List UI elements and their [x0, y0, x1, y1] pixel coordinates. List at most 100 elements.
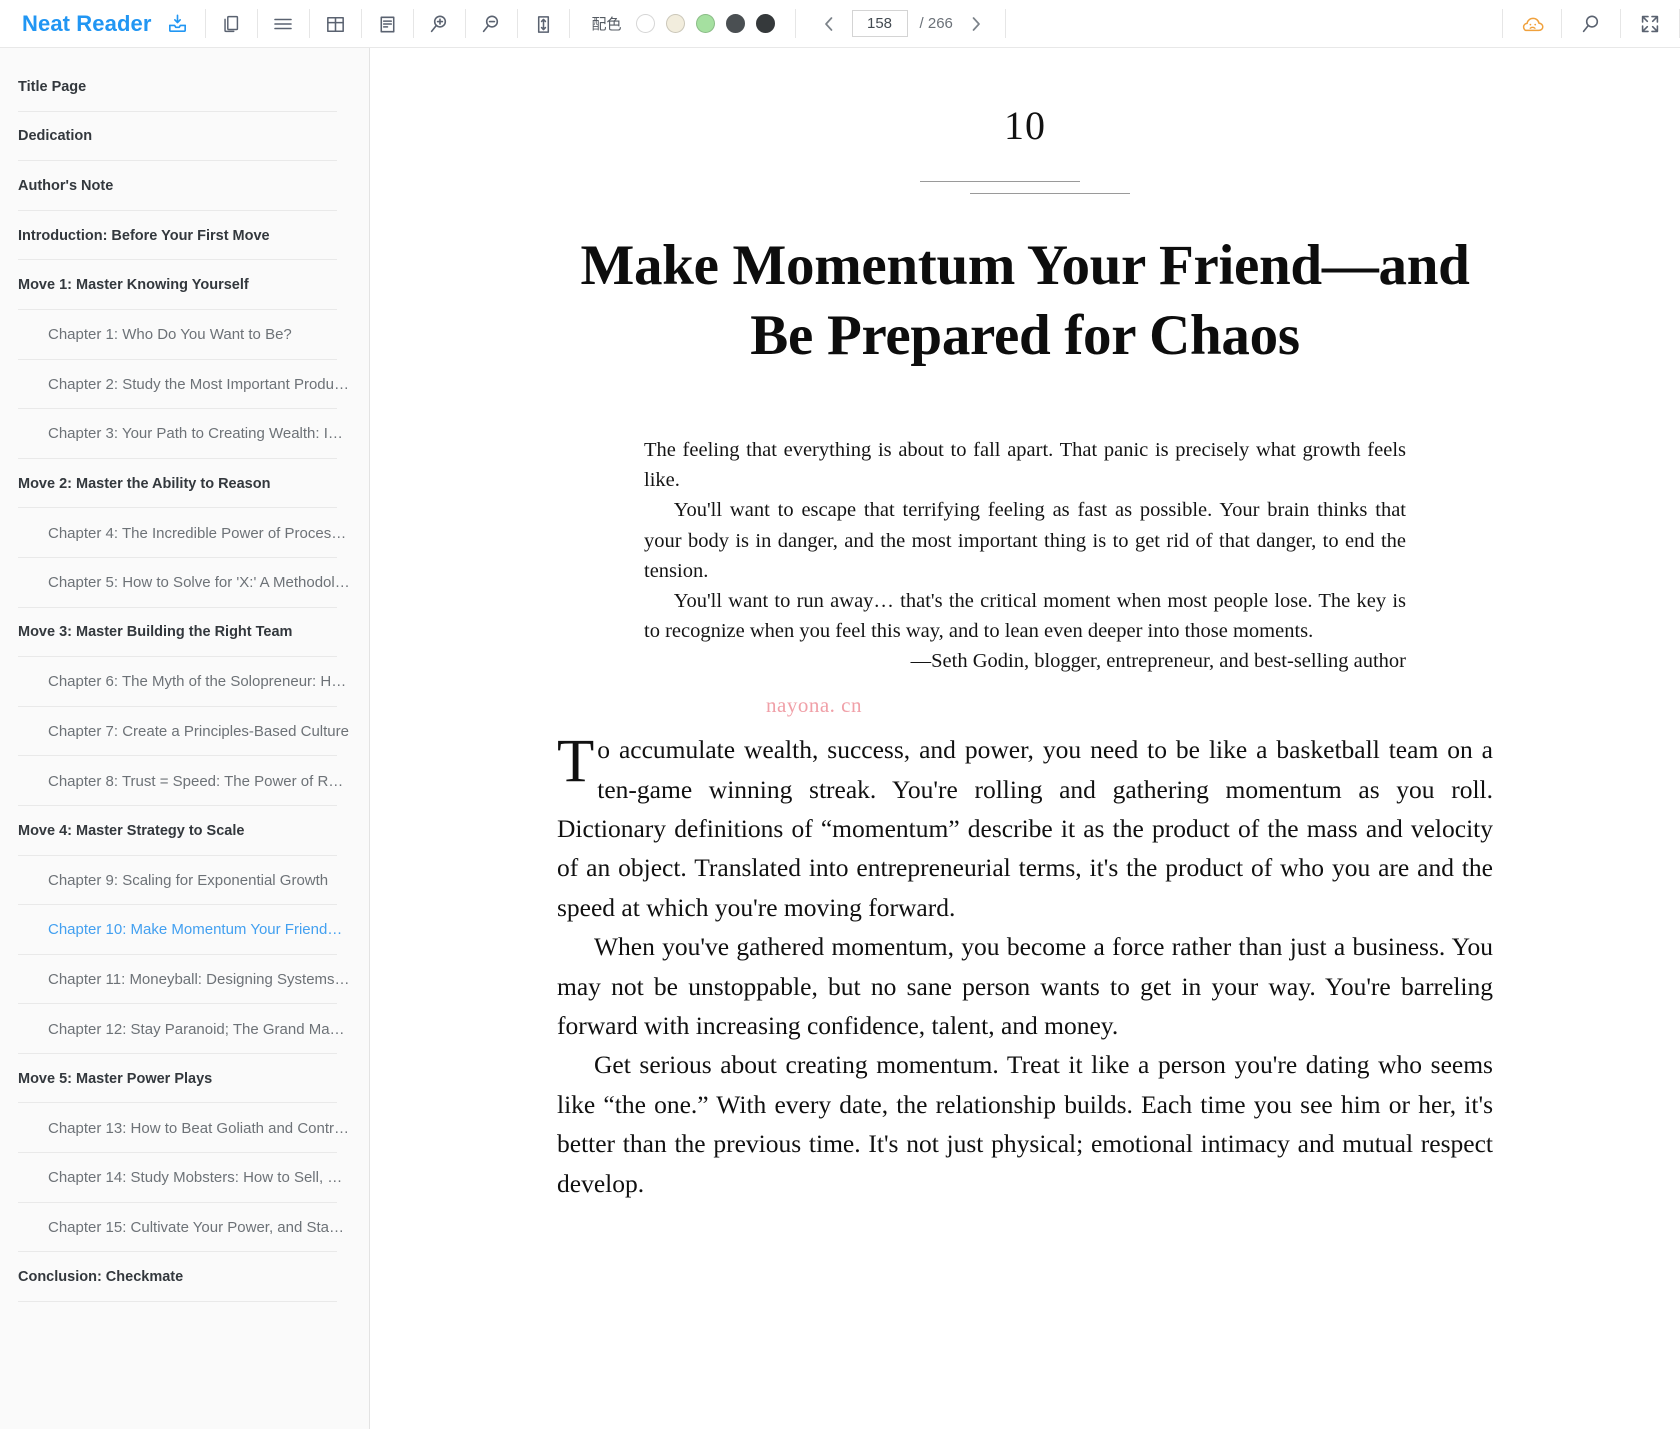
toc-item[interactable]: Move 5: Master Power Plays [0, 1054, 369, 1104]
toc-item[interactable]: Introduction: Before Your First Move [0, 211, 369, 261]
toc-item-label: Chapter 3: Your Path to Creating Wealth:… [48, 425, 343, 443]
body-paragraph: Get serious about creating momentum. Tre… [557, 1050, 1493, 1198]
toc-item[interactable]: Chapter 15: Cultivate Your Power, and St… [0, 1203, 369, 1253]
toc-item[interactable]: Title Page [0, 62, 369, 112]
theme-black[interactable] [755, 14, 775, 33]
toc-item[interactable]: Chapter 13: How to Beat Goliath and Cont… [0, 1103, 369, 1153]
toc-item-label: Chapter 13: How to Beat Goliath and Cont… [48, 1119, 349, 1137]
toc-item-label: Chapter 9: Scaling for Exponential Growt… [48, 871, 329, 889]
theme-picker: 配色 [570, 0, 795, 47]
drop-cap: T [557, 728, 595, 796]
divider-rule-lower [970, 193, 1130, 194]
toc-item[interactable]: Move 4: Master Strategy to Scale [0, 806, 369, 856]
toc-item-label: Title Page [18, 78, 87, 95]
toc-item-label: Chapter 4: The Incredible Power of Proce… [48, 524, 347, 542]
body-paragraph-text: o accumulate wealth, success, and power,… [557, 735, 1493, 922]
toc-item[interactable]: Dedication [0, 112, 369, 162]
toc-item[interactable]: Chapter 3: Your Path to Creating Wealth:… [0, 409, 369, 459]
toc-item[interactable]: Chapter 10: Make Momentum Your Friend… [0, 905, 369, 955]
cloud-sync-icon[interactable] [1503, 0, 1561, 48]
theme-cream[interactable] [665, 14, 685, 33]
toc-item-label: Move 3: Master Building the Right Team [18, 624, 293, 641]
toolbar-right-group [1502, 0, 1680, 47]
toc-item[interactable]: Author's Note [0, 161, 369, 211]
theme-dark-gray[interactable] [725, 14, 745, 33]
neat-reader-app: Neat Reader 配色 158 / 266 Title Page Dedi… [0, 0, 1680, 1429]
toc-item-label: Conclusion: Checkmate [18, 1269, 184, 1286]
toc-item-label: Move 5: Master Power Plays [18, 1070, 213, 1087]
toc-item[interactable]: Chapter 4: The Incredible Power of Proce… [0, 508, 369, 558]
epigraph-block: The feeling that everything is about to … [644, 435, 1406, 676]
toolbar: Neat Reader 配色 158 / 266 [0, 0, 1680, 48]
app-title: Neat Reader [22, 10, 152, 36]
toc-item-label: Chapter 14: Study Mobsters: How to Sell,… [48, 1169, 343, 1187]
body-paragraph: To accumulate wealth, success, and power… [557, 730, 1493, 927]
toc-item-label: Chapter 10: Make Momentum Your Friend… [48, 921, 343, 939]
toc-item[interactable]: Chapter 8: Trust = Speed: The Power of R… [0, 756, 369, 806]
toc-item-label: Move 4: Master Strategy to Scale [18, 822, 245, 839]
toc-item-label: Chapter 8: Trust = Speed: The Power of R… [48, 772, 344, 790]
epigraph-paragraph: The feeling that everything is about to … [644, 439, 1406, 492]
page-navigator: / 266 [796, 0, 1005, 47]
chapter-body: To accumulate wealth, success, and power… [545, 730, 1505, 1203]
theme-white[interactable] [635, 14, 655, 33]
toc-item[interactable]: Move 1: Master Knowing Yourself [0, 260, 369, 310]
toc-item[interactable]: Chapter 7: Create a Principles-Based Cul… [0, 707, 369, 757]
reader-pane: 10 Make Momentum Your Friend—and Be Prep… [370, 48, 1680, 1429]
toc-item[interactable]: Chapter 9: Scaling for Exponential Growt… [0, 856, 369, 906]
toc-item[interactable]: Chapter 1: Who Do You Want to Be? [0, 310, 369, 360]
toc-item-label: Chapter 2: Study the Most Important Prod… [48, 375, 349, 393]
total-pages-label: / 266 [919, 15, 953, 32]
toc-item-label: Chapter 1: Who Do You Want to Be? [48, 326, 292, 344]
toc-item[interactable]: Chapter 14: Study Mobsters: How to Sell,… [0, 1153, 369, 1203]
theme-label: 配色 [591, 16, 622, 33]
toc-item-label: Dedication [18, 128, 93, 145]
epigraph-attribution: —Seth Godin, blogger, entrepreneur, and … [910, 650, 1406, 673]
toc-item[interactable]: Chapter 2: Study the Most Important Prod… [0, 360, 369, 410]
zoom-in-icon[interactable] [414, 0, 465, 48]
main-body: Title Page Dedication Author's Note Introdu… [0, 48, 1680, 1429]
toc-item-label: Chapter 15: Cultivate Your Power, and St… [48, 1218, 345, 1236]
toc-item-label: Author's Note [18, 177, 114, 194]
watermark: nayona. cn [766, 693, 862, 718]
book-page: 10 Make Momentum Your Friend—and Be Prep… [545, 48, 1505, 1203]
chapter-number: 10 [1004, 103, 1046, 148]
fullscreen-icon[interactable] [1621, 0, 1679, 48]
epigraph-paragraph: You'll want to escape that terrifying fe… [644, 499, 1406, 582]
chevron-right-icon[interactable] [965, 10, 987, 38]
app-brand: Neat Reader [0, 0, 205, 47]
theme-green[interactable] [695, 14, 715, 33]
zoom-out-icon[interactable] [466, 0, 517, 48]
grid-layout-icon[interactable] [310, 0, 361, 48]
chapter-title: Make Momentum Your Friend—and Be Prepare… [580, 234, 1470, 368]
copy-icon[interactable] [206, 0, 257, 48]
divider-rule-upper [920, 181, 1080, 182]
toc-item[interactable]: Move 3: Master Building the Right Team [0, 608, 369, 658]
toc-item-label: Move 2: Master the Ability to Reason [18, 475, 271, 492]
toc-item[interactable]: Chapter 5: How to Solve for 'X:' A Metho… [0, 558, 369, 608]
line-height-icon[interactable] [518, 0, 569, 48]
toc-item[interactable]: Move 2: Master the Ability to Reason [0, 459, 369, 509]
toc-item-label: Move 1: Master Knowing Yourself [18, 277, 249, 294]
text-page-icon[interactable] [362, 0, 413, 48]
epigraph-paragraph: You'll want to run away… that's the crit… [644, 589, 1406, 642]
toc-item[interactable]: Conclusion: Checkmate [0, 1252, 369, 1302]
save-to-library-icon[interactable] [166, 0, 189, 48]
toc-item-label: Introduction: Before Your First Move [18, 227, 270, 244]
toc-item-label: Chapter 6: The Myth of the Solopreneur: … [48, 673, 347, 691]
toc-item-label: Chapter 5: How to Solve for 'X:' A Metho… [48, 574, 350, 592]
body-paragraph: When you've gathered momentum, you becom… [557, 932, 1493, 1040]
toc-item[interactable]: Chapter 11: Moneyball: Designing Systems… [0, 955, 369, 1005]
menu-lines-icon[interactable] [258, 0, 309, 48]
page-number-input[interactable] [851, 10, 908, 37]
toc-item-label: Chapter 12: Stay Paranoid; The Grand Ma… [48, 1020, 345, 1038]
table-of-contents-sidebar[interactable]: Title Page Dedication Author's Note Introdu… [0, 48, 370, 1429]
toc-item[interactable]: Chapter 6: The Myth of the Solopreneur: … [0, 657, 369, 707]
toc-item[interactable]: Chapter 12: Stay Paranoid; The Grand Ma… [0, 1004, 369, 1054]
toc-item-label: Chapter 11: Moneyball: Designing Systems… [48, 970, 350, 988]
search-icon[interactable] [1562, 0, 1620, 48]
toc-item-label: Chapter 7: Create a Principles-Based Cul… [48, 723, 349, 741]
chapter-divider-rules [545, 181, 1505, 201]
chevron-left-icon[interactable] [818, 10, 840, 38]
